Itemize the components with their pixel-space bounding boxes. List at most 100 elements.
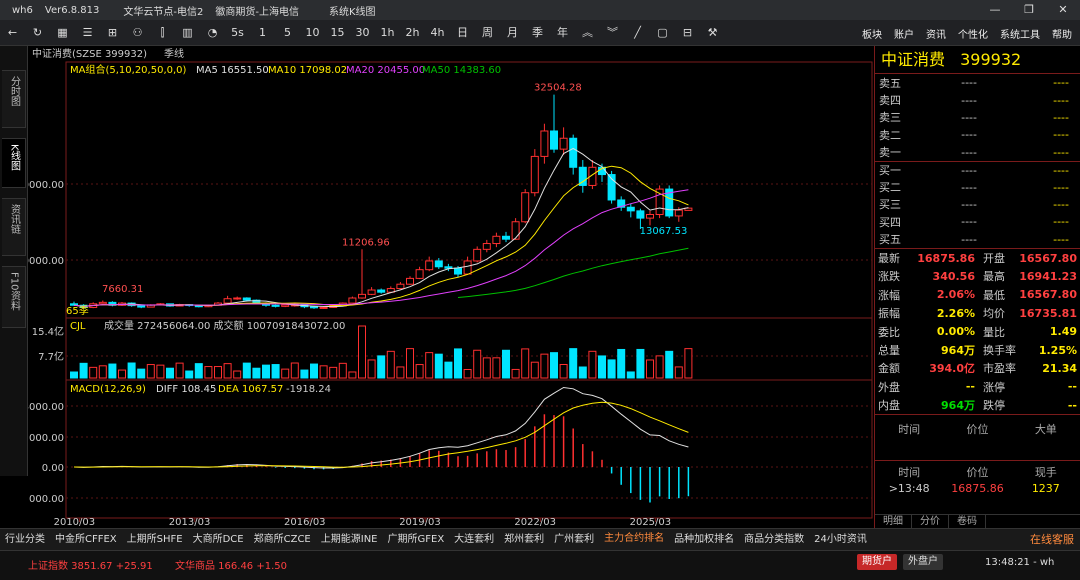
online-service-button[interactable]: 在线客服	[1030, 529, 1074, 551]
period-button-1[interactable]: 1	[250, 20, 275, 46]
candle	[108, 301, 117, 307]
menu-item-2[interactable]: 资讯	[926, 26, 946, 41]
period-button-5[interactable]: 30	[350, 20, 375, 46]
period-selector[interactable]: 季线	[164, 47, 184, 60]
market-tab-3[interactable]: 大商所DCE	[188, 529, 249, 551]
candle-body	[559, 137, 568, 150]
futures-account-button[interactable]: 期货户	[857, 554, 897, 570]
period-button-7[interactable]: 2h	[400, 20, 425, 46]
market-tab-0[interactable]: 行业分类	[0, 529, 50, 551]
menu-item-1[interactable]: 账户	[894, 26, 914, 41]
tab-kline-label: K线图	[8, 144, 20, 171]
pen-icon[interactable]: ╱	[625, 20, 650, 46]
tick-price: 16875.86	[951, 481, 1004, 495]
menu-item-5[interactable]: 帮助	[1052, 26, 1072, 41]
menu-item-4[interactable]: 系统工具	[1000, 26, 1040, 41]
market-tab-11[interactable]: 品种加权排名	[669, 529, 739, 551]
ma10-label: MA10 17098.02	[268, 65, 347, 76]
grid-icon[interactable]: ▦	[50, 20, 75, 46]
x-label: 2022/03	[514, 517, 556, 528]
period-button-0[interactable]: 5s	[225, 20, 250, 46]
order-row: 卖二 ---- ----	[875, 126, 1080, 143]
up-icon[interactable]: ︽	[575, 20, 600, 46]
volume-bar	[454, 348, 462, 379]
candle-body	[377, 289, 386, 293]
stat-row: 内盘 964万 跌停 --	[875, 396, 1080, 414]
kline-chart-area[interactable]: 20000.00 10000.00 15.4亿 7.7亿 4000.00 200…	[16, 46, 874, 528]
market-tab-12[interactable]: 商品分类指数	[739, 529, 809, 551]
stat-value: 1.49	[1049, 325, 1077, 339]
tab-f10[interactable]: F10资料	[2, 266, 26, 328]
chart-icon[interactable]: ⊞	[100, 20, 125, 46]
volume-bar	[569, 348, 578, 379]
tick-col-time: 时间	[898, 423, 921, 437]
layout-icon[interactable]: ⊟	[675, 20, 700, 46]
window-icon[interactable]: ▢	[650, 20, 675, 46]
close-icon[interactable]: ✕	[1046, 0, 1080, 20]
bars-icon[interactable]: ▥	[175, 20, 200, 46]
volume-bar	[137, 368, 146, 379]
menu-item-3[interactable]: 个性化	[958, 26, 988, 41]
candle-body	[521, 192, 530, 223]
tab-news-label: 资讯链	[8, 204, 20, 234]
market-tab-2[interactable]: 上期所SHFE	[122, 529, 188, 551]
market-tab-6[interactable]: 广期所GFEX	[383, 529, 450, 551]
period-button-9[interactable]: 日	[450, 20, 475, 46]
volume-bar	[511, 368, 520, 379]
stat-value: 2.06%	[936, 288, 975, 302]
candle-body	[569, 137, 578, 168]
list-icon[interactable]: ☰	[75, 20, 100, 46]
stat-row: 涨跌 340.56 最高 16941.23	[875, 267, 1080, 285]
period-button-10[interactable]: 周	[475, 20, 500, 46]
menu-item-0[interactable]: 板块	[862, 26, 882, 41]
volume-bar	[156, 364, 165, 379]
period-button-4[interactable]: 15	[325, 20, 350, 46]
tab-detail[interactable]: 明细	[875, 515, 912, 528]
tab-intraday[interactable]: 分时图	[2, 70, 26, 128]
market-tab-7[interactable]: 大连套利	[449, 529, 499, 551]
period-button-8[interactable]: 4h	[425, 20, 450, 46]
app-version: Ver6.8.813	[44, 4, 100, 16]
stat-key: 振幅	[878, 307, 900, 321]
tools-icon[interactable]: ⚒	[700, 20, 725, 46]
market-tab-8[interactable]: 郑州套利	[499, 529, 549, 551]
minimize-icon[interactable]: —	[978, 0, 1012, 20]
order-row: 买四 ---- ----	[875, 213, 1080, 230]
period-button-2[interactable]: 5	[275, 20, 300, 46]
volume-bar	[300, 369, 309, 379]
tab-news[interactable]: 资讯链	[2, 198, 26, 256]
tab-volume-code[interactable]: 卷码	[949, 515, 986, 528]
volume-bar	[214, 366, 222, 379]
stat-key: 开盘	[983, 252, 1005, 266]
market-tab-13[interactable]: 24小时资讯	[809, 529, 872, 551]
period-button-3[interactable]: 10	[300, 20, 325, 46]
back-icon[interactable]: ←	[0, 20, 25, 46]
clock-icon[interactable]: ◔	[200, 20, 225, 46]
period-button-6[interactable]: 1h	[375, 20, 400, 46]
period-buttons: 5s 1 5 10 15 30 1h 2h 4h 日周月季年	[225, 20, 575, 46]
period-button-13[interactable]: 年	[550, 20, 575, 46]
tab-price-dist[interactable]: 分价	[912, 515, 949, 528]
foreign-account-button[interactable]: 外盘户	[903, 554, 943, 570]
candle-body	[434, 260, 443, 268]
server-node: 文华云节点-电信2	[123, 6, 204, 18]
order-label: 买一	[879, 164, 901, 178]
volume-bar	[118, 369, 126, 379]
market-tab-4[interactable]: 郑商所CZCE	[249, 529, 316, 551]
market-tab-5[interactable]: 上期能源INE	[316, 529, 383, 551]
maximize-icon[interactable]: ❐	[1012, 0, 1046, 20]
candle-icon[interactable]: ⫿	[150, 20, 175, 46]
period-button-11[interactable]: 月	[500, 20, 525, 46]
kline-chart[interactable]: 20000.00 10000.00 15.4亿 7.7亿 4000.00 200…	[16, 46, 874, 528]
tree-icon[interactable]: ⚇	[125, 20, 150, 46]
market-tab-9[interactable]: 广州套利	[549, 529, 599, 551]
market-tab-10[interactable]: 主力合约排名	[599, 528, 670, 552]
volume-bar	[108, 363, 117, 379]
market-tab-1[interactable]: 中金所CFFEX	[50, 529, 122, 551]
refresh-icon[interactable]: ↻	[25, 20, 50, 46]
down-icon[interactable]: ︾	[600, 20, 625, 46]
period-button-12[interactable]: 季	[525, 20, 550, 46]
app-root: wh6 Ver6.8.813 文华云节点-电信2 徽商期货-上海电信 系统K线图…	[0, 0, 1080, 580]
stat-value: --	[1067, 380, 1077, 394]
tab-kline[interactable]: K线图	[2, 138, 26, 188]
